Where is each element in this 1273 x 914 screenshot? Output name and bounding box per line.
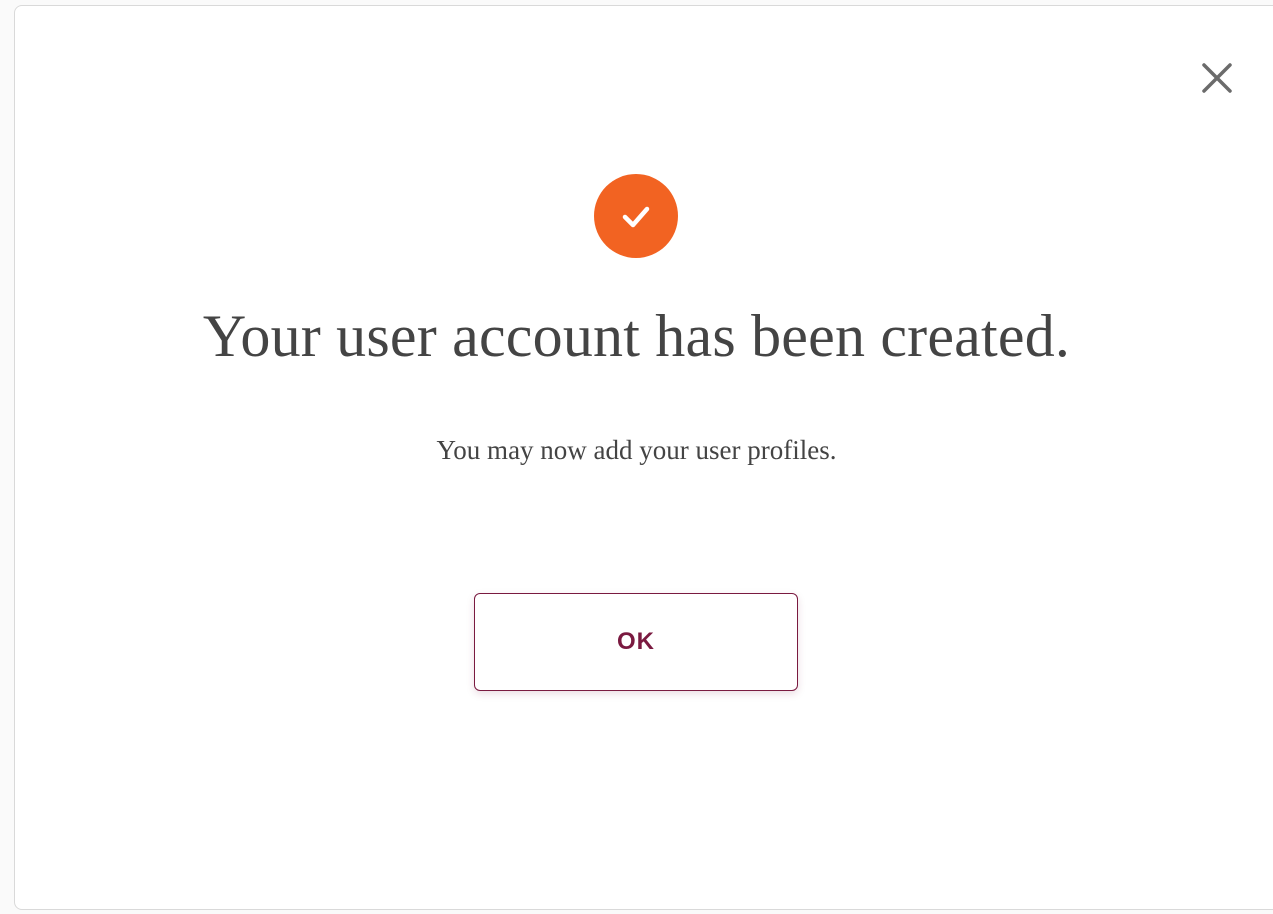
checkmark-icon (622, 206, 650, 228)
dialog-title: Your user account has been created. (202, 303, 1071, 369)
close-icon (1202, 63, 1232, 93)
ok-button[interactable]: OK (474, 593, 798, 691)
dialog-message: You may now add your user profiles. (436, 435, 837, 465)
success-badge (594, 174, 678, 258)
close-button[interactable] (1197, 58, 1237, 98)
